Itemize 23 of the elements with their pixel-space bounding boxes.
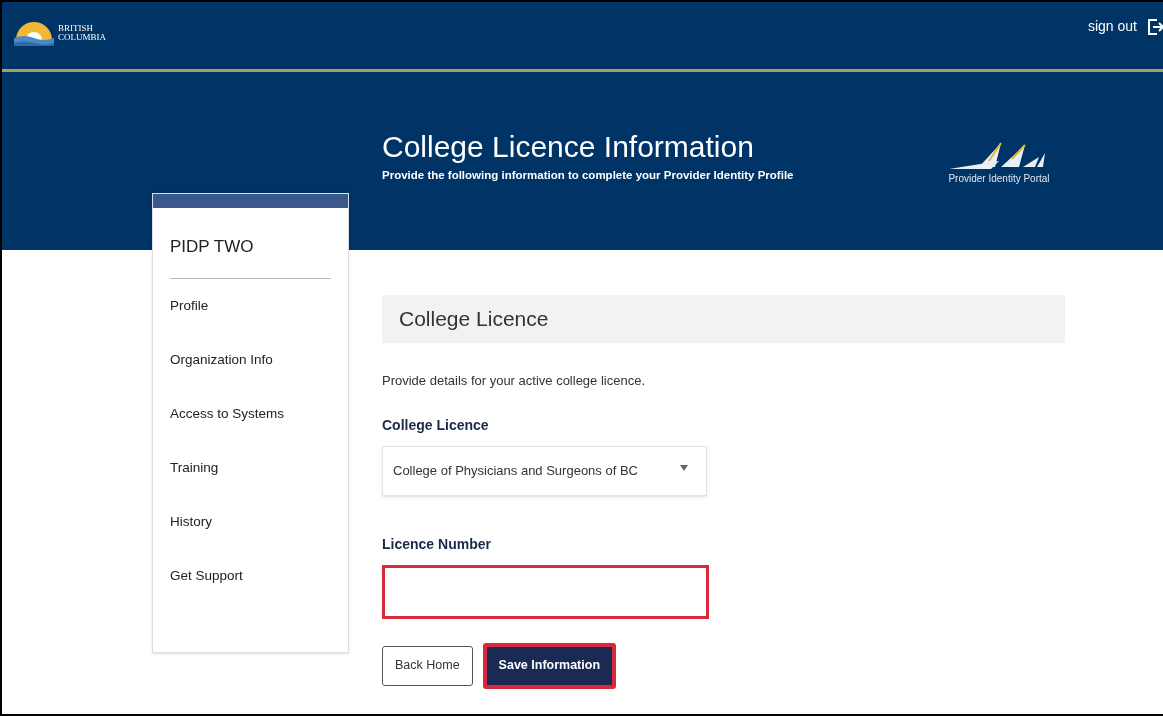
select-value: College of Physicians and Surgeons of BC <box>393 461 638 480</box>
back-button[interactable]: Back Home <box>382 645 473 686</box>
save-button[interactable]: Save Information <box>482 642 617 689</box>
college-select[interactable]: College of Physicians and Surgeons of BC <box>382 445 707 496</box>
section-description: Provide details for your active college licence. <box>382 372 647 390</box>
page-title: College Licence Information <box>382 129 755 165</box>
sidebar-item[interactable]: Profile <box>170 294 348 317</box>
sidebar-item[interactable]: Organization Info <box>170 348 348 371</box>
section-heading: College Licence <box>399 306 549 333</box>
sidebar-item[interactable]: History <box>170 510 348 533</box>
sign-out-icon <box>1147 17 1163 36</box>
sidebar-item[interactable]: Training <box>170 456 348 479</box>
field-label: College Licence <box>382 415 490 435</box>
sidebar-title: PIDP TWO <box>169 236 255 258</box>
portal-name: Provider Identity Portal <box>948 172 1050 186</box>
sidebar-item[interactable]: Get Support <box>170 564 348 587</box>
field-label: Licence Number <box>382 534 492 554</box>
caret-icon <box>680 464 688 471</box>
sunrise-logo-icon <box>12 20 56 46</box>
licence-number-input[interactable] <box>382 564 709 619</box>
sign-out-link[interactable]: sign out <box>1087 16 1137 37</box>
sidebar-item[interactable]: Access to Systems <box>170 402 348 425</box>
page-subtitle: Provide the following information to complete your Provider Identity Profile <box>382 168 795 183</box>
